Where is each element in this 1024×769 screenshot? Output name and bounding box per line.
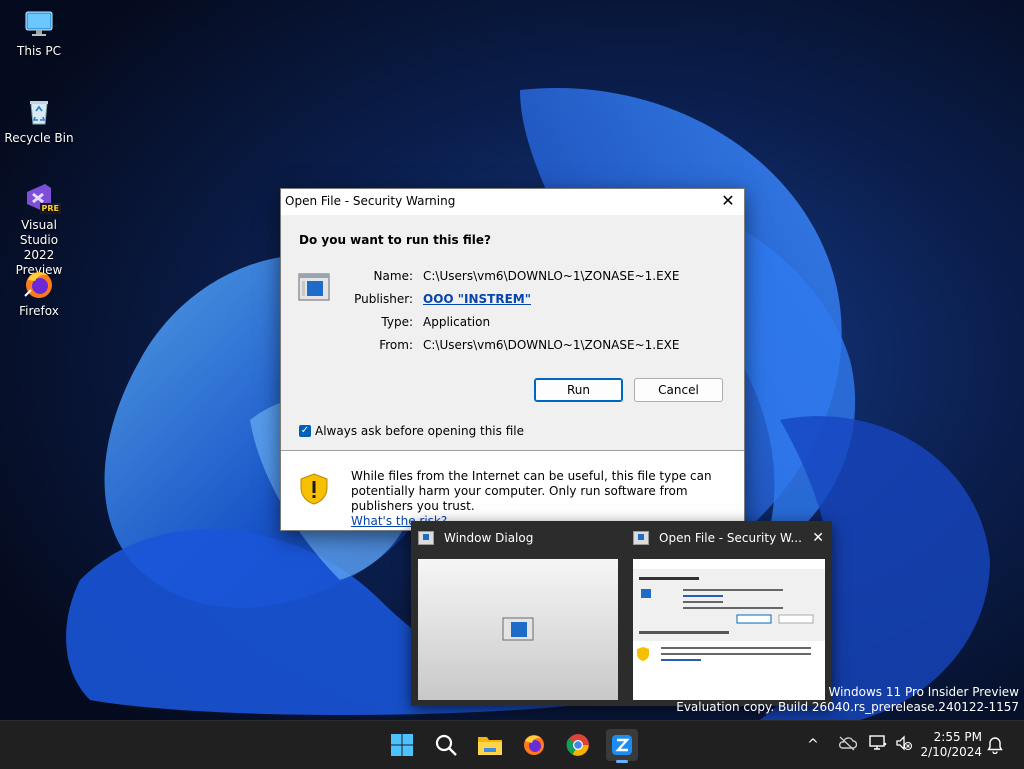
- security-warning-dialog: Open File - Security Warning ✕ Do you wa…: [280, 188, 745, 531]
- thumb-title-security-warning[interactable]: Open File - Security W...: [633, 531, 802, 545]
- preview-badge: PRE: [39, 203, 61, 214]
- notifications-button[interactable]: [986, 721, 1004, 769]
- search-button[interactable]: [430, 729, 462, 761]
- clock-time: 2:55 PM: [933, 730, 982, 744]
- desktop-icon-label: Visual Studio: [19, 218, 59, 247]
- start-icon: [391, 734, 413, 756]
- thumb-title-text: Window Dialog: [444, 531, 534, 545]
- computer-icon: [23, 8, 55, 40]
- always-ask-checkbox[interactable]: ✓: [299, 425, 311, 437]
- dialog-question: Do you want to run this file?: [299, 233, 491, 247]
- taskbar-preview-popup: Window Dialog Open File - Security W... …: [411, 521, 832, 706]
- thumb-title-window-dialog[interactable]: Window Dialog: [418, 531, 533, 545]
- window-icon: [418, 531, 434, 545]
- thumbnail-dialog-miniature: [633, 559, 825, 700]
- field-value: Application: [423, 315, 491, 329]
- warning-text: While files from the Internet can be use…: [351, 469, 712, 513]
- zona-app-icon: [612, 735, 632, 755]
- cancel-button[interactable]: Cancel: [634, 378, 723, 402]
- system-tray: ^: [803, 721, 913, 769]
- window-icon: [633, 531, 649, 545]
- thumbnail-window-dialog[interactable]: [418, 559, 618, 700]
- tray-chevron-up-icon[interactable]: ^: [803, 737, 823, 753]
- desktop-icon-this-pc[interactable]: This PC: [1, 8, 77, 59]
- field-value: C:\Users\vm6\DOWNLO~1\ZONASE~1.EXE: [423, 269, 680, 283]
- onedrive-offline-icon[interactable]: [837, 735, 858, 755]
- chrome-taskbar-button[interactable]: [562, 729, 594, 761]
- thumbnail-security-warning[interactable]: [633, 559, 825, 700]
- close-icon[interactable]: ✕: [720, 192, 736, 210]
- firefox-icon: [23, 268, 55, 300]
- field-label: Name:: [373, 269, 413, 283]
- always-ask-checkbox-row[interactable]: ✓ Always ask before opening this file: [299, 424, 524, 438]
- application-icon: [502, 617, 534, 641]
- field-label: Type:: [381, 315, 413, 329]
- windows-watermark: Windows 11 Pro Insider Preview Evaluatio…: [676, 685, 1019, 715]
- desktop-icon-firefox[interactable]: Firefox: [1, 268, 77, 319]
- desktop-icon-label: This PC: [17, 44, 61, 58]
- firefox-icon: [524, 735, 544, 755]
- taskbar-clock[interactable]: 2:55 PM 2/10/2024: [920, 730, 982, 760]
- chrome-icon: [566, 734, 589, 756]
- watermark-line2: Evaluation copy. Build 26040.rs_prerelea…: [676, 700, 1019, 714]
- firefox-taskbar-button[interactable]: [518, 729, 550, 761]
- run-button[interactable]: Run: [534, 378, 623, 402]
- desktop-icon-label: Firefox: [19, 304, 59, 318]
- network-icon[interactable]: [869, 734, 887, 756]
- dialog-title: Open File - Security Warning: [285, 194, 456, 208]
- watermark-line1: Windows 11 Pro Insider Preview: [828, 685, 1019, 699]
- taskbar: ^ 2:55 PM 2/10/2024: [0, 720, 1024, 769]
- desktop-icon-label: Recycle Bin: [4, 131, 74, 145]
- volume-muted-icon[interactable]: [895, 734, 913, 756]
- file-explorer-icon: [478, 737, 502, 755]
- thumb-title-text: Open File - Security W...: [659, 531, 802, 545]
- warning-panel: While files from the Internet can be use…: [281, 451, 744, 530]
- warning-text-block: While files from the Internet can be use…: [351, 469, 736, 529]
- visual-studio-icon: PRE: [23, 182, 61, 214]
- desktop-icon-recycle-bin[interactable]: Recycle Bin: [1, 95, 77, 146]
- application-icon: [298, 273, 330, 301]
- field-value: C:\Users\vm6\DOWNLO~1\ZONASE~1.EXE: [423, 338, 680, 352]
- desktop-icon-visual-studio[interactable]: PRE Visual Studio 2022 Preview: [1, 182, 77, 278]
- clock-date: 2/10/2024: [920, 745, 982, 759]
- field-label: From:: [379, 338, 413, 352]
- checkbox-label: Always ask before opening this file: [315, 424, 524, 438]
- start-button[interactable]: [386, 729, 418, 761]
- notification-bell-icon: [987, 737, 1003, 754]
- field-label: Publisher:: [354, 292, 413, 306]
- dialog-titlebar[interactable]: Open File - Security Warning ✕: [281, 189, 744, 215]
- close-icon[interactable]: ✕: [812, 530, 824, 546]
- zona-taskbar-button[interactable]: [606, 729, 638, 763]
- file-explorer-button[interactable]: [474, 729, 506, 761]
- search-icon: [435, 734, 457, 756]
- recycle-bin-icon: [23, 95, 55, 127]
- publisher-link[interactable]: OOO "INSTREM": [423, 292, 531, 306]
- shield-warning-icon: [299, 473, 329, 509]
